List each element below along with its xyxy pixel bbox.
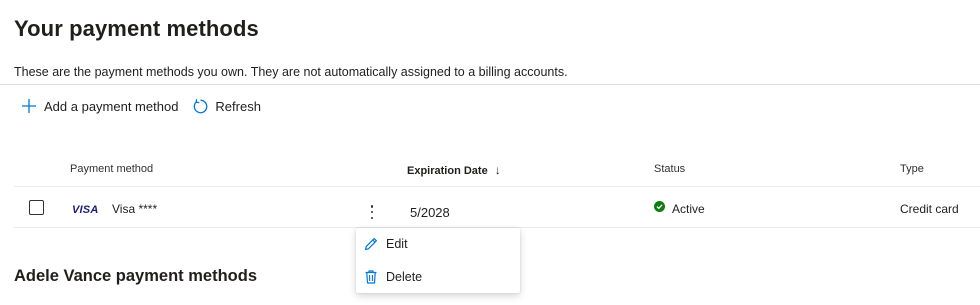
expiration-date-header-label: Expiration Date xyxy=(407,165,488,177)
type-value: Credit card xyxy=(900,202,959,216)
add-payment-method-button[interactable]: Add a payment method xyxy=(20,97,178,115)
delete-menu-item[interactable]: Delete xyxy=(356,262,520,292)
section-title: Adele Vance payment methods xyxy=(14,267,257,285)
more-actions-button[interactable] xyxy=(364,203,380,221)
trash-icon xyxy=(363,269,379,285)
refresh-icon xyxy=(191,97,209,115)
add-payment-method-label: Add a payment method xyxy=(44,98,179,114)
toolbar: Add a payment method Refresh xyxy=(20,96,261,116)
header-row-divider xyxy=(14,186,980,187)
more-vertical-icon xyxy=(370,205,374,208)
refresh-label: Refresh xyxy=(215,98,261,114)
column-header-type[interactable]: Type xyxy=(900,163,924,175)
refresh-button[interactable]: Refresh xyxy=(191,97,261,115)
header-divider xyxy=(0,84,980,85)
arrow-down-icon: ↓ xyxy=(494,163,501,177)
column-header-payment-method[interactable]: Payment method xyxy=(70,163,153,175)
column-header-status[interactable]: Status xyxy=(654,163,685,175)
visa-logo: VISA xyxy=(72,204,99,216)
page-description: These are the payment methods you own. T… xyxy=(14,65,568,79)
page-title: Your payment methods xyxy=(14,16,259,41)
delete-label: Delete xyxy=(386,270,423,284)
expiration-date-value: 5/2028 xyxy=(410,205,450,220)
payment-method-name: Visa **** xyxy=(112,202,158,216)
plus-icon xyxy=(20,97,38,115)
checkmark-circle-icon xyxy=(654,201,665,212)
row-checkbox[interactable] xyxy=(29,200,44,215)
edit-label: Edit xyxy=(386,237,408,251)
context-menu: Edit Delete xyxy=(356,228,520,293)
status-value: Active xyxy=(672,202,705,216)
pencil-icon xyxy=(363,236,379,252)
edit-menu-item[interactable]: Edit xyxy=(356,229,520,259)
column-header-expiration-date[interactable]: Expiration Date ↓ xyxy=(407,163,501,177)
